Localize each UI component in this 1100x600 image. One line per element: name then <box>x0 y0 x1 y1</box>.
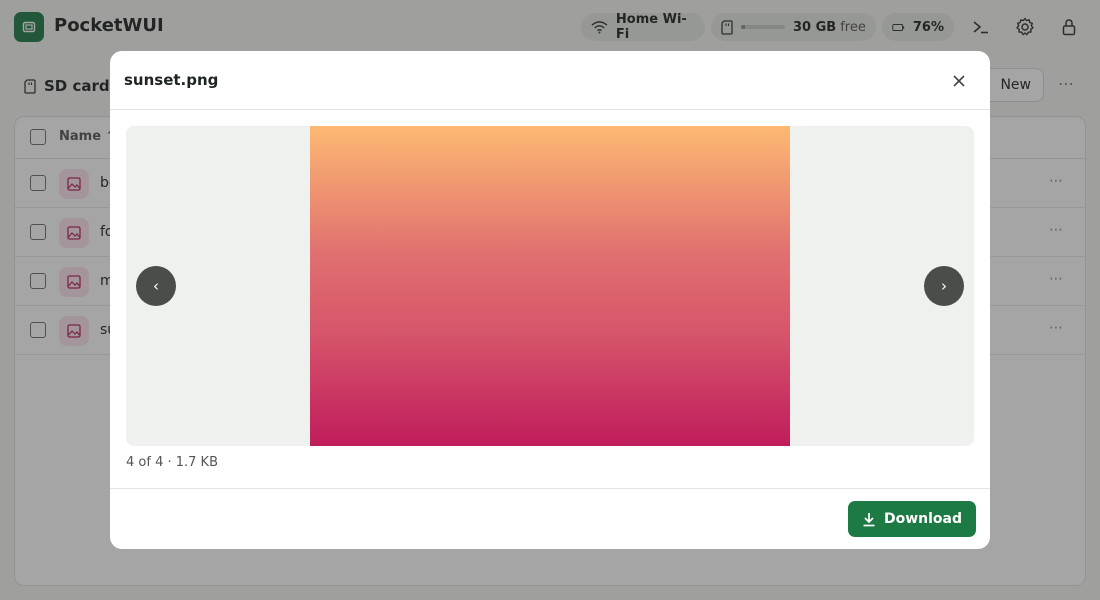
preview-image <box>310 126 790 446</box>
image-preview-area: ‹ › <box>126 126 974 446</box>
download-icon <box>863 512 875 526</box>
close-button[interactable] <box>946 68 972 94</box>
download-label: Download <box>883 511 963 527</box>
image-meta: 4 of 4 · 1.7 KB <box>126 455 218 470</box>
previous-image-button[interactable]: ‹ <box>136 266 176 306</box>
dialog-title: sunset.png <box>124 71 219 89</box>
image-preview-dialog: sunset.png ‹ › 4 of 4 · 1.7 KB Download <box>110 51 990 549</box>
dialog-header: sunset.png <box>110 51 990 110</box>
next-image-button[interactable]: › <box>924 266 964 306</box>
download-button[interactable]: Download <box>848 501 976 537</box>
close-icon <box>953 75 965 87</box>
dialog-footer: Download <box>110 488 990 549</box>
